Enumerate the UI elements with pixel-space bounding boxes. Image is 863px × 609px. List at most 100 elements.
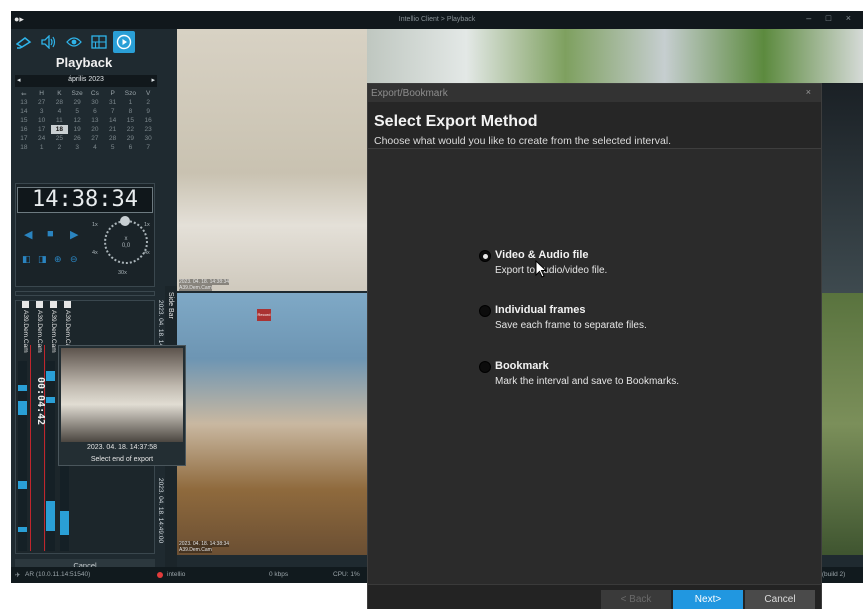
calendar-day[interactable]: 30: [139, 134, 157, 143]
recording-track[interactable]: [18, 361, 27, 551]
calendar-day[interactable]: 2: [139, 98, 157, 107]
camera-icon[interactable]: [13, 31, 35, 53]
calendar-day[interactable]: 24: [33, 134, 51, 143]
camera-view-top[interactable]: [367, 29, 863, 83]
calendar-day[interactable]: 7: [104, 107, 122, 116]
speed-dial[interactable]: x 0,0: [104, 216, 148, 264]
next-frame-icon[interactable]: ◨: [38, 254, 47, 265]
zoom-out-icon[interactable]: ⊖: [70, 254, 78, 265]
checkbox-icon[interactable]: [64, 301, 71, 308]
cancel-button[interactable]: Cancel: [745, 590, 815, 609]
camera-view-right-bottom[interactable]: [822, 293, 863, 555]
recording-track[interactable]: [46, 361, 55, 551]
dialog-footer: < Back Next> Cancel: [368, 584, 821, 609]
calendar-day[interactable]: 5: [104, 143, 122, 152]
timeline-vertical-timestamp: 2023. 04. 18. 14:49:00: [157, 478, 164, 544]
calendar-day[interactable]: 30: [86, 98, 104, 107]
checkbox-icon[interactable]: [50, 301, 57, 308]
calendar-day[interactable]: 26: [68, 134, 86, 143]
calendar-day[interactable]: 9: [139, 107, 157, 116]
calendar-day[interactable]: 28: [51, 98, 69, 107]
checkbox-icon[interactable]: [36, 301, 43, 308]
calendar-day[interactable]: 2: [51, 143, 69, 152]
calendar-week-row: 17 24 25 26 27 28 29 30: [15, 134, 157, 143]
camera-view-right-top[interactable]: [822, 83, 863, 293]
calendar-day[interactable]: 6: [122, 143, 140, 152]
calendar-day[interactable]: 27: [86, 134, 104, 143]
calendar-weekday: Sze: [71, 90, 83, 97]
calendar-day[interactable]: 4: [51, 107, 69, 116]
speaker-icon[interactable]: [38, 31, 60, 53]
calendar-day[interactable]: 12: [68, 116, 86, 125]
calendar-day[interactable]: 17: [33, 125, 51, 134]
checkbox-icon[interactable]: [22, 301, 29, 308]
eye-icon[interactable]: [63, 31, 85, 53]
dialog-title: Export/Bookmark: [368, 84, 821, 102]
calendar-day[interactable]: 18: [50, 125, 69, 134]
back-button[interactable]: < Back: [601, 590, 671, 609]
calendar-day[interactable]: 27: [33, 98, 51, 107]
calendar-day[interactable]: 1: [122, 98, 140, 107]
connection-status: AR (10.0.11.14:51540): [25, 571, 91, 578]
calendar-day[interactable]: 7: [139, 143, 157, 152]
playback-icon[interactable]: [113, 31, 135, 53]
camera-track-header[interactable]: A39.Dem.Cam: [18, 301, 29, 369]
calendar-day[interactable]: 21: [104, 125, 122, 134]
calendar-day[interactable]: 29: [68, 98, 86, 107]
calendar-day[interactable]: 25: [51, 134, 69, 143]
recording-segment: [60, 511, 69, 535]
export-end-marker[interactable]: [44, 345, 45, 551]
calendar-day[interactable]: 5: [68, 107, 86, 116]
calendar-week-number: 17: [20, 135, 28, 142]
play-icon[interactable]: ▶: [70, 228, 78, 241]
radio-button[interactable]: [479, 305, 491, 317]
divider: [368, 148, 821, 149]
calendar-day[interactable]: 23: [139, 125, 157, 134]
window-controls[interactable]: – □ ×: [806, 13, 857, 23]
calendar-day[interactable]: 13: [86, 116, 104, 125]
layout-icon[interactable]: [88, 31, 110, 53]
dialog-subtitle: Choose what would you like to create fro…: [374, 135, 672, 147]
calendar-month: április 2023: [68, 76, 104, 83]
calendar-day[interactable]: 8: [122, 107, 140, 116]
calendar-day[interactable]: 4: [86, 143, 104, 152]
timeline-ruler[interactable]: [15, 291, 155, 296]
stop-icon[interactable]: ■: [47, 228, 54, 240]
preview-thumbnail: [61, 348, 183, 442]
step-back-icon[interactable]: ◀: [24, 228, 32, 241]
calendar-day[interactable]: 6: [86, 107, 104, 116]
export-preview-popup: 2023. 04. 18. 14:37:58 Select end of exp…: [58, 345, 186, 466]
calendar-day[interactable]: 22: [122, 125, 140, 134]
recording-segment: [46, 371, 55, 381]
calendar-day[interactable]: 19: [68, 125, 86, 134]
connection-icon: ✈: [15, 572, 21, 579]
cpu-usage: CPU: 1%: [333, 571, 360, 578]
calendar-day[interactable]: 1: [33, 143, 51, 152]
close-icon[interactable]: ×: [806, 87, 811, 97]
camera-track-header[interactable]: A39.Dem.Cam: [46, 301, 57, 369]
speed-knob[interactable]: [120, 216, 130, 226]
calendar-day[interactable]: 29: [122, 134, 140, 143]
calendar-day[interactable]: 31: [104, 98, 122, 107]
radio-button[interactable]: [479, 361, 491, 373]
calendar-day[interactable]: 11: [51, 116, 69, 125]
calendar-day[interactable]: 15: [122, 116, 140, 125]
export-start-marker[interactable]: [30, 345, 31, 551]
calendar-day[interactable]: 14: [104, 116, 122, 125]
camera-track-header[interactable]: A39.Dem.Cam: [32, 301, 43, 369]
calendar-day[interactable]: 3: [68, 143, 86, 152]
calendar-week-number: 18: [20, 144, 28, 151]
camera-view-lobby[interactable]: 2023. 04. 18. 14:38:34 A39.Dem.Cam: [177, 29, 367, 291]
calendar-next-button[interactable]: ▸: [151, 76, 155, 84]
calendar-day[interactable]: 3: [33, 107, 51, 116]
prev-frame-icon[interactable]: ◧: [22, 254, 31, 265]
calendar-day[interactable]: 28: [104, 134, 122, 143]
calendar-day[interactable]: 16: [139, 116, 157, 125]
calendar-day[interactable]: 10: [33, 116, 51, 125]
calendar-day[interactable]: 20: [86, 125, 104, 134]
radio-button[interactable]: [479, 250, 491, 262]
calendar-weekday: Cs: [90, 90, 99, 97]
next-button[interactable]: Next>: [673, 590, 743, 609]
zoom-in-icon[interactable]: ⊕: [54, 254, 62, 265]
camera-view-reception[interactable]: Record 2023. 04. 18. 14:38:34 A39.Dem.Ca…: [177, 293, 367, 555]
